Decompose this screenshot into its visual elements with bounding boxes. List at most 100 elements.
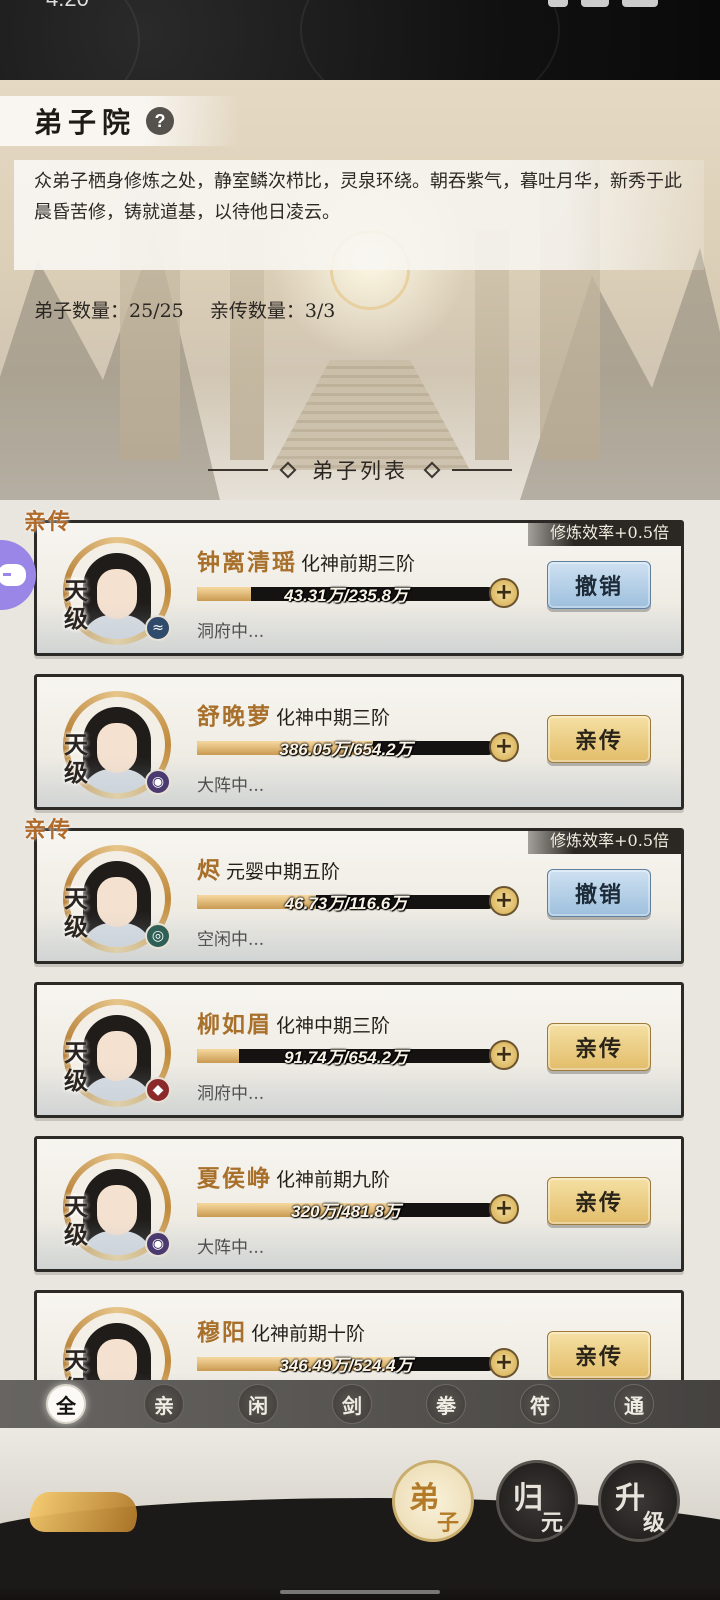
disciple-name: 舒晚萝 xyxy=(197,703,272,730)
bonus-badge: 修炼效率+0.5倍 xyxy=(528,520,681,546)
name-line: 烬元婴中期五阶 xyxy=(197,851,340,885)
name-line: 穆阳 化神前期十阶 xyxy=(197,1313,365,1347)
diamond-ornament-icon xyxy=(423,461,441,479)
wind-spirit-icon: ◎ xyxy=(145,923,171,949)
dark-spirit-icon: ◉ xyxy=(145,1231,171,1257)
cultivation-realm: 化神中期三阶 xyxy=(276,1015,391,1037)
inner-disciple-count: 亲传数量：3/3 xyxy=(209,300,336,322)
avatar[interactable]: 天级 ◆ xyxy=(63,999,171,1107)
progress-text: 43.31万/235.8万 xyxy=(284,586,408,605)
page-title: 弟子院 xyxy=(34,106,137,139)
disciple-name: 夏侯峥 xyxy=(197,1165,272,1192)
avatar[interactable]: 天级 ◎ xyxy=(63,845,171,953)
page-header: 弟子院 ? xyxy=(0,96,240,146)
cultivation-realm: 元婴中期五阶 xyxy=(226,861,341,883)
list-title: 弟子列表 xyxy=(312,459,408,483)
cultivation-realm: 化神前期九阶 xyxy=(276,1169,391,1191)
inner-disciple-tag: 亲传 xyxy=(24,817,73,843)
rank-label: 天级 xyxy=(64,1038,88,1095)
nav-return-origin-button[interactable]: 归元 xyxy=(496,1460,578,1542)
rank-label: 天级 xyxy=(64,884,88,941)
progress-text: 320万/481.8万 xyxy=(291,1202,401,1221)
disciple-name: 钟离清瑶 xyxy=(197,549,297,576)
filter-tab[interactable]: 全 xyxy=(46,1384,86,1424)
filter-tab[interactable]: 闲 xyxy=(238,1384,278,1424)
name-line: 舒晚萝 化神中期三阶 xyxy=(197,697,390,731)
status-time: 4:20 xyxy=(46,0,89,12)
disciple-list[interactable]: 亲传 修炼效率+0.5倍 天级 ≈ 钟离清瑶 化神前期三阶 43.31万/235.… xyxy=(0,500,720,1380)
rank-label: 天级 xyxy=(64,730,88,787)
nav-char: 级 xyxy=(643,1510,666,1536)
name-line: 柳如眉 化神中期三阶 xyxy=(197,1005,390,1039)
avatar[interactable]: 天级 ◆ xyxy=(63,1307,171,1380)
name-line: 夏侯峥 化神前期九阶 xyxy=(197,1159,390,1193)
make-inner-button[interactable]: 亲传 xyxy=(547,715,651,763)
disciple-count: 弟子数量：25/25 xyxy=(34,300,184,322)
make-inner-button[interactable]: 亲传 xyxy=(547,1023,651,1071)
fire-spirit-icon: ◆ xyxy=(145,1077,171,1103)
progress-text: 91.74万/654.2万 xyxy=(284,1048,408,1067)
status-bar: 4:20 xyxy=(0,0,720,80)
filter-tab[interactable]: 拳 xyxy=(426,1384,466,1424)
background-swirl xyxy=(300,0,560,80)
nav-disciples-button[interactable]: 弟子 xyxy=(392,1460,474,1542)
divider xyxy=(208,469,268,471)
help-icon[interactable]: ? xyxy=(146,107,175,135)
make-inner-button[interactable]: 亲传 xyxy=(547,1177,651,1225)
disciple-card[interactable]: 天级 ◆ 柳如眉 化神中期三阶 91.74万/654.2万 + 洞府中... 亲传 xyxy=(34,982,684,1118)
nav-char: 升 xyxy=(615,1481,645,1516)
make-inner-button[interactable]: 亲传 xyxy=(547,1331,651,1379)
home-indicator[interactable] xyxy=(280,1590,440,1594)
name-line: 钟离清瑶 化神前期三阶 xyxy=(197,543,415,577)
avatar[interactable]: 天级 ◉ xyxy=(63,1153,171,1261)
progress-text: 386.05万/654.2万 xyxy=(279,740,413,759)
rank-label: 天级 xyxy=(64,1346,88,1381)
disciple-name: 穆阳 xyxy=(197,1319,247,1346)
divider xyxy=(452,469,512,471)
filter-tab[interactable]: 剑 xyxy=(332,1384,372,1424)
revoke-button[interactable]: 撤销 xyxy=(547,561,651,609)
disciple-status: 大阵中... xyxy=(197,1238,265,1258)
brush-logo-icon xyxy=(22,1492,148,1532)
disciple-name: 烬 xyxy=(197,857,222,884)
filter-bar: 全亲闲剑拳符通 xyxy=(0,1380,720,1428)
disciple-status: 洞府中... xyxy=(197,1084,265,1104)
disciple-card[interactable]: 天级 ◉ 舒晚萝 化神中期三阶 386.05万/654.2万 + 大阵中... 亲… xyxy=(34,674,684,810)
disciple-name: 柳如眉 xyxy=(197,1011,272,1038)
wifi-icon xyxy=(581,0,610,7)
count-summary: 弟子数量：25/25 亲传数量：3/3 xyxy=(34,296,355,323)
disciple-card[interactable]: 天级 ◉ 夏侯峥 化神前期九阶 320万/481.8万 + 大阵中... 亲传 xyxy=(34,1136,684,1272)
progress-text: 346.49万/524.4万 xyxy=(279,1356,413,1375)
filter-tab[interactable]: 通 xyxy=(614,1384,654,1424)
filter-tab[interactable]: 亲 xyxy=(144,1384,184,1424)
avatar[interactable]: 天级 ◉ xyxy=(63,691,171,799)
bonus-badge: 修炼效率+0.5倍 xyxy=(528,828,681,854)
avatar[interactable]: 天级 ≈ xyxy=(63,537,171,645)
disciple-status: 空闲中... xyxy=(197,930,265,950)
nav-char: 弟 xyxy=(409,1481,439,1516)
filter-tab[interactable]: 符 xyxy=(520,1384,560,1424)
list-header: 弟子列表 xyxy=(0,452,720,488)
rank-label: 天级 xyxy=(64,1192,88,1249)
disciple-card[interactable]: 修炼效率+0.5倍 天级 ◎ 烬元婴中期五阶 46.73万/116.6万 + 空… xyxy=(34,828,684,964)
disciple-card[interactable]: 天级 ◆ 穆阳化神前期十阶 346.49万/524.4万 + 大阵中... 亲传 xyxy=(34,1290,684,1380)
revoke-button[interactable]: 撤销 xyxy=(547,869,651,917)
nav-char: 归 xyxy=(513,1481,543,1516)
nav-char: 元 xyxy=(541,1510,564,1536)
system-icons xyxy=(540,0,660,7)
inner-disciple-tag: 亲传 xyxy=(24,509,73,535)
nav-upgrade-button[interactable]: 升级 xyxy=(598,1460,680,1542)
background-swirl xyxy=(0,0,140,80)
nav-char: 子 xyxy=(437,1510,460,1536)
diamond-ornament-icon xyxy=(279,461,297,479)
cultivation-realm: 化神前期十阶 xyxy=(251,1323,366,1345)
disciple-card[interactable]: 修炼效率+0.5倍 天级 ≈ 钟离清瑶 化神前期三阶 43.31万/235.8万 … xyxy=(34,520,684,656)
disciple-status: 洞府中... xyxy=(197,622,265,642)
disciple-status: 大阵中... xyxy=(197,776,265,796)
dark-spirit-icon: ◉ xyxy=(145,769,171,795)
page-description: 众弟子栖身修炼之处，静室鳞次栉比，灵泉环绕。朝吞紫气，暮吐月华，新秀于此晨昏苦修… xyxy=(34,171,682,223)
signal-icon xyxy=(548,0,568,7)
gamepad-icon xyxy=(0,564,26,586)
cultivation-realm: 化神中期三阶 xyxy=(276,707,391,729)
rank-label: 天级 xyxy=(64,576,88,633)
